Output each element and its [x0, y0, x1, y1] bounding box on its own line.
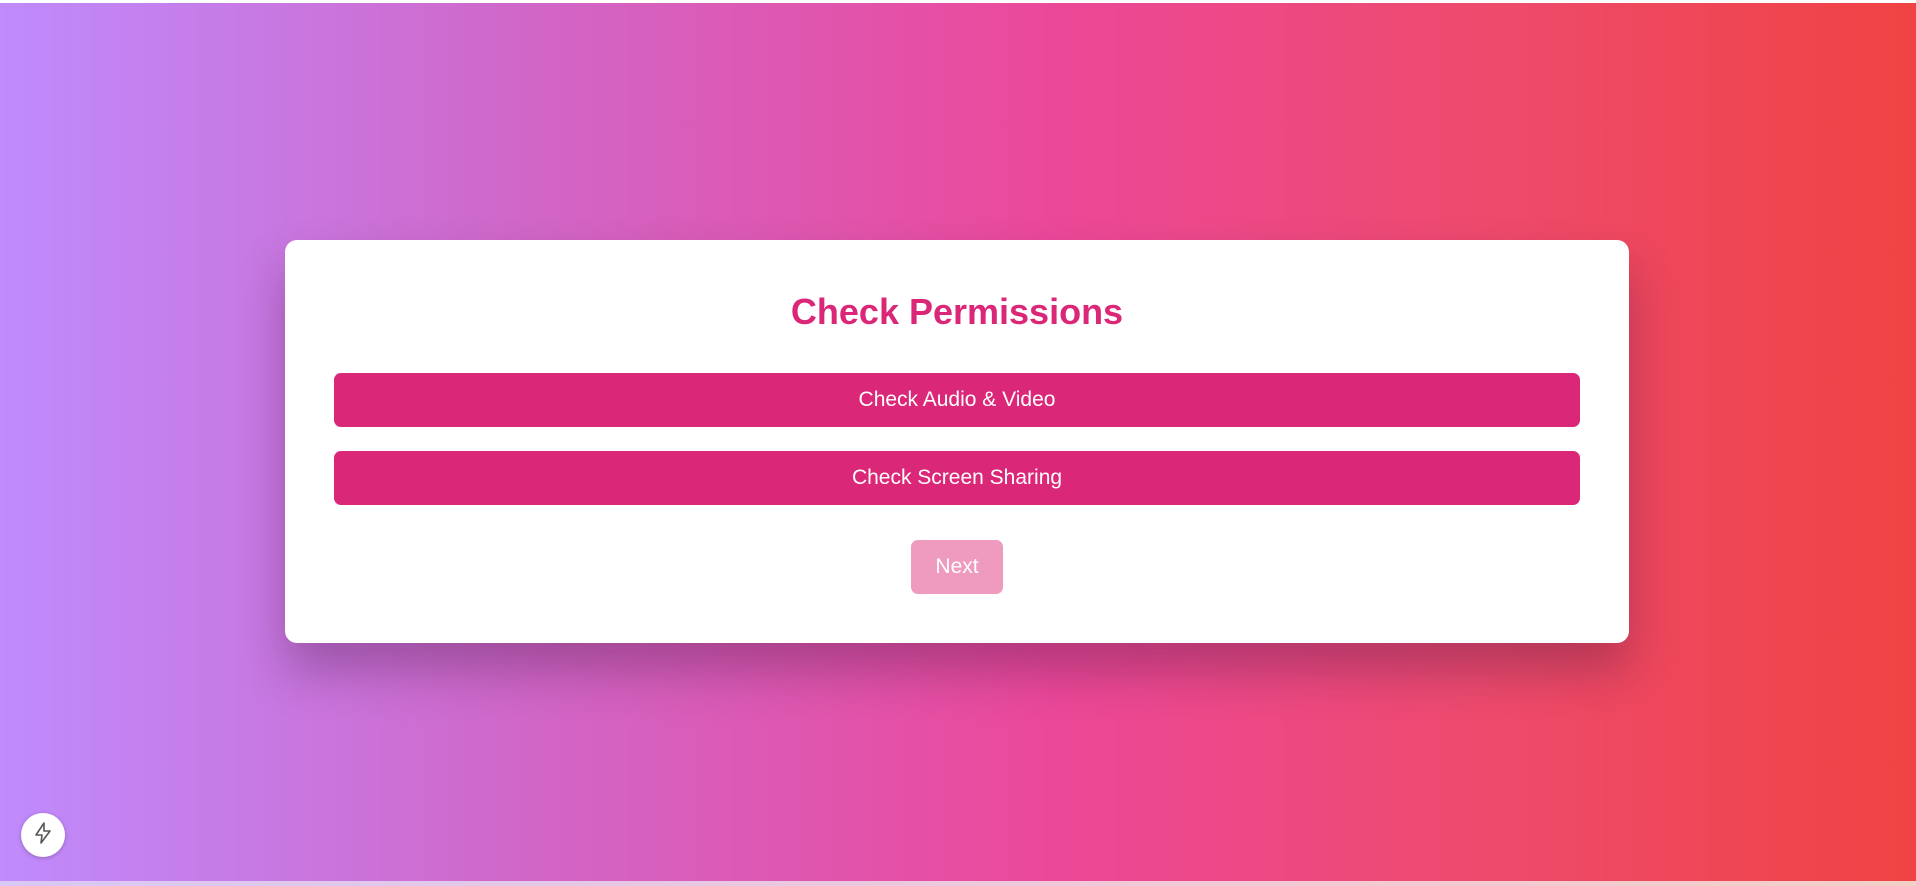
check-screen-sharing-button[interactable]: Check Screen Sharing — [334, 451, 1580, 505]
lightning-bolt-icon — [31, 821, 55, 850]
check-audio-video-button[interactable]: Check Audio & Video — [334, 373, 1580, 427]
bottom-strip — [0, 881, 1916, 886]
next-button[interactable]: Next — [911, 540, 1003, 594]
floating-action-button[interactable] — [21, 813, 65, 857]
page-title: Check Permissions — [790, 291, 1124, 332]
permissions-card: Check Permissions Check Audio & Video Ch… — [285, 240, 1629, 643]
